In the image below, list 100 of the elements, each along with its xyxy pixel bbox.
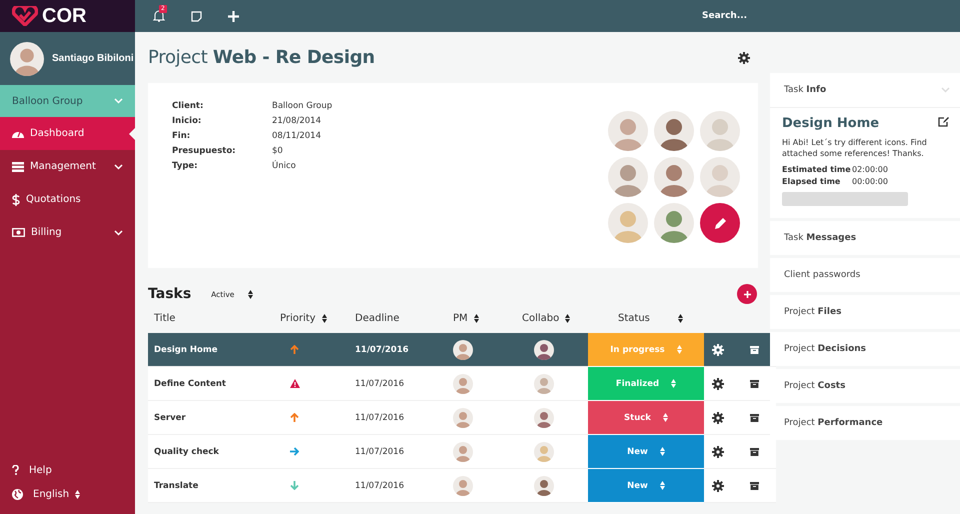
field-value: 08/11/2014 [272,131,322,141]
team-avatar [654,111,694,151]
task-description: Hi Abi! Let´s try different icons. Find attached some references! Thanks. [782,137,928,160]
edit-icon[interactable] [938,116,950,127]
list-icon [12,162,24,172]
sort-icon [248,290,254,298]
column-header[interactable]: Collabo [510,304,588,333]
task-title[interactable]: Design Home [148,333,272,367]
settings-icon[interactable] [712,344,724,356]
collaborator-avatar [534,340,554,360]
collaborator-avatar [534,374,554,394]
settings-icon[interactable] [712,480,724,492]
sort-icon [660,481,665,490]
sort-icon [565,314,570,323]
panel-section[interactable]: Project Performance [770,406,960,440]
deadline-cell: 11/07/2016 [340,469,437,503]
status-dropdown[interactable]: New [588,435,704,469]
footer-link[interactable]: Help [0,458,135,482]
settings-icon[interactable] [712,412,724,424]
settings-icon[interactable] [712,378,724,390]
deadline-cell: 11/07/2016 [340,367,437,401]
nav-item[interactable]: Quotations [0,183,135,216]
status-dropdown[interactable]: Stuck [588,401,704,435]
globe-icon [12,488,23,500]
collaborator-avatar [534,476,554,496]
archive-icon[interactable] [750,346,758,354]
task-title[interactable]: Define Content [148,367,272,401]
banknote-icon [12,228,25,237]
pm-avatar [453,476,473,496]
column-header[interactable]: PM [437,304,510,333]
team-avatar [654,157,694,197]
nav-item[interactable]: Billing [0,216,135,249]
panel-section[interactable]: Task Messages [770,221,960,256]
archive-icon[interactable] [750,482,758,490]
field-value: Único [272,161,297,171]
brand-name: COR [42,4,86,28]
team-avatar [608,157,648,197]
column-header[interactable]: Status [588,304,704,333]
column-header: Title [153,312,176,326]
collaborator-avatar [534,408,554,428]
column-header: Deadline [354,312,400,326]
sort-icon [75,490,80,498]
field-value: Balloon Group [272,101,332,111]
archive-icon[interactable] [750,414,758,422]
warning-icon [290,379,300,388]
sort-icon [678,314,683,323]
nav-item[interactable]: Management [0,150,135,183]
plus-icon[interactable] [228,10,239,22]
panel-section[interactable]: Project Files [770,295,960,330]
field-value: 21/08/2014 [272,116,322,126]
pencil-icon [714,216,726,230]
user-avatar [10,42,44,76]
arrow-right-icon [290,447,299,456]
deadline-cell: 11/07/2016 [340,435,437,469]
time-value: 02:00:00 [852,165,889,174]
panel-section[interactable]: Client passwords [770,258,960,292]
arrow-up-icon [290,345,299,354]
task-title[interactable]: Translate [148,469,272,503]
pm-avatar [453,442,473,462]
sort-icon [676,345,682,354]
panel-section[interactable]: Project Costs [770,369,960,404]
sort-icon [660,447,665,456]
status-dropdown[interactable]: New [588,469,704,503]
user-name: Santiago Bibiloni [52,53,134,64]
pm-avatar [453,408,473,428]
note-icon[interactable] [191,10,202,22]
deadline-cell: 11/07/2016 [340,333,437,367]
archive-icon[interactable] [750,448,758,456]
nav-item[interactable]: Dashboard [0,117,135,150]
settings-icon[interactable] [738,52,750,64]
time-value: 00:00:00 [852,177,889,186]
group-selector[interactable]: Balloon Group [0,85,135,117]
task-title[interactable]: Quality check [148,435,272,469]
collaborator-avatar [534,442,554,462]
bell-icon[interactable] [153,10,165,22]
field-label: Inicio: [172,116,202,126]
add-task-button[interactable] [737,284,757,304]
help-icon [12,465,19,475]
sort-icon [671,379,676,388]
team-avatar [608,111,648,151]
time-label: Estimated time [782,165,852,174]
footer-link[interactable]: English [0,482,135,506]
archive-icon[interactable] [750,380,758,388]
page-title: Project Web - Re Design [148,47,375,68]
column-header[interactable]: Priority [272,304,340,333]
deadline-cell: 11/07/2016 [340,401,437,435]
task-title[interactable]: Server [148,401,272,435]
pm-avatar [453,374,473,394]
team-avatar [700,111,740,151]
chevron-down-icon [114,98,123,104]
sort-icon [474,314,479,323]
panel-section[interactable]: Project Decisions [770,332,960,366]
search-field[interactable]: Search... [700,10,790,22]
settings-icon[interactable] [712,446,724,458]
team-avatar [654,203,694,243]
pm-avatar [453,340,473,360]
edit-button[interactable] [700,203,740,243]
task-name: Design Home [782,116,880,131]
heart-logo-icon [12,6,38,26]
section-title[interactable]: Task Info [784,85,826,95]
